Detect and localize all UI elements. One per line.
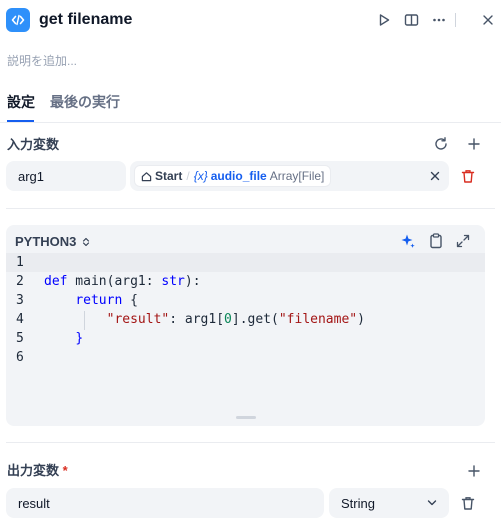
line-number: 6	[16, 350, 24, 365]
node-title[interactable]: get filename	[39, 10, 132, 30]
code-token: "result"	[106, 312, 170, 327]
close-icon	[483, 15, 493, 25]
more-icon	[433, 18, 445, 22]
code-token: ):	[184, 274, 201, 289]
language-selector[interactable]: PYTHON3	[15, 234, 90, 249]
line-number: 4	[16, 312, 24, 327]
code-line: 2 def main(arg1: str):	[6, 272, 485, 291]
variable-name: audio_file	[210, 169, 267, 183]
code-token: "filename"	[278, 312, 358, 327]
code-line: 5 }	[6, 329, 485, 348]
trash-icon	[461, 169, 475, 183]
source-node-name: Start	[155, 169, 183, 183]
code-node-icon	[6, 8, 30, 32]
code-token: : arg1[	[169, 312, 225, 327]
code-token: str	[161, 274, 185, 289]
code-icon	[11, 14, 25, 26]
clear-variable-button[interactable]	[426, 167, 444, 185]
copy-code-button[interactable]	[427, 232, 445, 250]
input-var-name: arg1	[18, 168, 45, 184]
line-number: 3	[16, 293, 24, 308]
run-button[interactable]	[374, 10, 394, 30]
refresh-icon	[435, 137, 447, 150]
book-open-icon	[404, 14, 418, 26]
code-line: 3 return {	[6, 291, 485, 310]
close-icon	[430, 171, 440, 181]
home-icon	[141, 171, 152, 181]
section-divider	[6, 208, 495, 209]
more-button[interactable]	[429, 10, 449, 30]
input-vars-label: 入力変数	[7, 137, 60, 152]
required-mark: *	[62, 463, 68, 478]
code-line: 4 "result": arg1[0].get("filename")	[6, 310, 485, 329]
chevron-down-icon	[427, 500, 437, 506]
tab-last-run[interactable]: 最後の実行	[50, 93, 120, 111]
code-token: return	[75, 293, 123, 308]
code-editor[interactable]: PYTHON3 1 2 def main(arg1: str): 3 retur…	[6, 225, 485, 426]
close-button[interactable]	[478, 10, 498, 30]
input-var-selector[interactable]: Start / {x} audio_file Array[File]	[130, 161, 449, 191]
tab-divider	[0, 122, 501, 123]
code-line: 6	[6, 348, 485, 367]
line-number: 2	[16, 274, 24, 289]
sync-button[interactable]	[432, 135, 450, 153]
description-input[interactable]: 説明を追加...	[7, 53, 77, 69]
code-content[interactable]: 1 2 def main(arg1: str): 3 return { 4 "re…	[6, 253, 485, 367]
code-token: main(arg1:	[67, 274, 162, 289]
section-divider	[6, 442, 495, 443]
chevron-up-down-icon	[82, 237, 90, 247]
output-var-type-select[interactable]: String	[329, 488, 449, 518]
editor-resize-handle[interactable]	[236, 416, 256, 419]
play-icon	[379, 14, 390, 26]
code-token: 0	[224, 312, 232, 327]
output-var-name-field[interactable]: result	[6, 488, 324, 518]
path-separator: /	[186, 169, 190, 183]
expand-icon	[456, 234, 470, 248]
line-number: 5	[16, 331, 24, 346]
code-token: }	[75, 331, 84, 346]
code-token: ].get(	[231, 312, 279, 327]
language-label: PYTHON3	[15, 234, 77, 249]
ai-generate-button[interactable]	[399, 232, 417, 250]
header-divider	[455, 13, 456, 27]
trash-icon	[461, 496, 475, 510]
line-number: 1	[16, 255, 24, 270]
variable-icon: {x}	[193, 169, 208, 183]
variable-reference-chip[interactable]: Start / {x} audio_file Array[File]	[134, 165, 332, 187]
clipboard-icon	[430, 233, 442, 249]
output-vars-title: 出力変数	[7, 463, 60, 478]
add-output-var-button[interactable]	[465, 462, 483, 480]
input-var-name-field[interactable]: arg1	[6, 161, 126, 191]
variable-type: Array[File]	[269, 169, 325, 183]
sparkle-icon	[401, 234, 415, 248]
delete-input-var-button[interactable]	[459, 167, 477, 185]
output-vars-label: 出力変数 *	[7, 463, 68, 479]
code-line: 1	[6, 253, 485, 272]
delete-output-var-button[interactable]	[459, 494, 477, 512]
code-token: def	[44, 274, 68, 289]
code-token: {	[122, 293, 138, 308]
output-var-name: result	[18, 495, 50, 511]
tab-settings[interactable]: 設定	[7, 93, 35, 111]
plus-icon	[468, 465, 480, 477]
panel-toggle-button[interactable]	[401, 10, 421, 30]
plus-icon	[468, 138, 480, 150]
add-input-var-button[interactable]	[465, 135, 483, 153]
code-token: )	[357, 312, 365, 327]
output-var-type: String	[341, 495, 375, 511]
expand-editor-button[interactable]	[454, 232, 472, 250]
indent-guide	[84, 311, 85, 330]
